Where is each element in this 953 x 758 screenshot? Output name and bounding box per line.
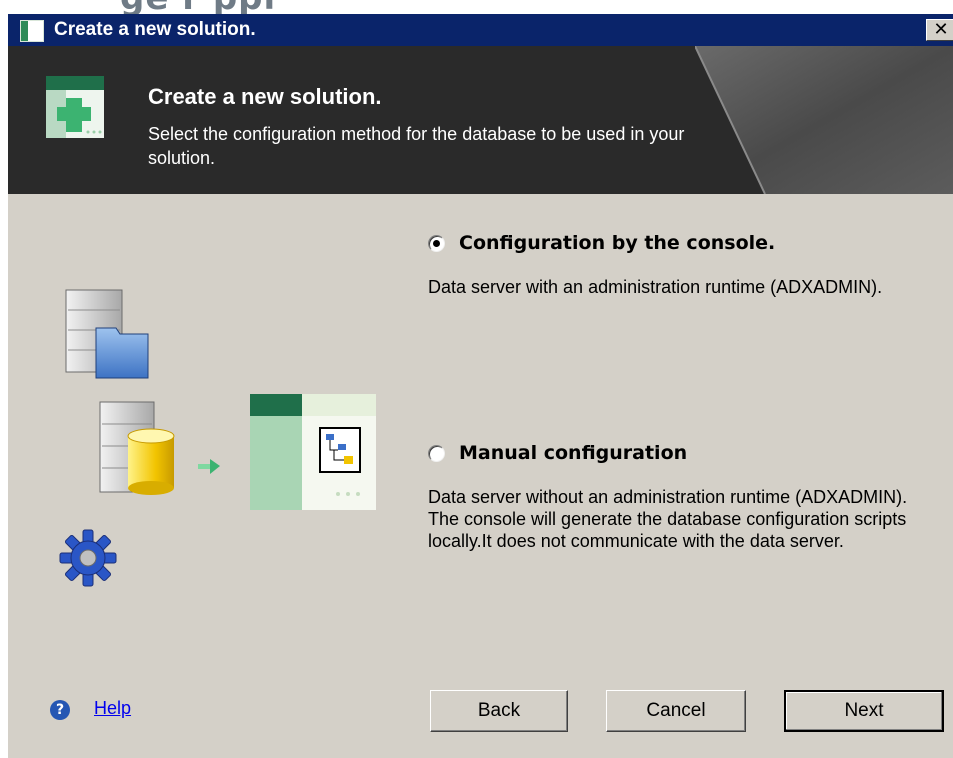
cancel-button[interactable]: Cancel [606,690,746,732]
help-link[interactable]: Help [94,698,131,719]
option-console-description: Data server with an administration runti… [428,277,883,297]
option-console-config[interactable]: Configuration by the console. [428,232,775,254]
header-subtitle: Select the configuration method for the … [148,124,685,168]
banner-decoration [695,46,953,194]
arrow-right-icon [198,459,220,474]
gear-icon [59,529,117,587]
radio-manual-config[interactable] [428,444,445,462]
header-banner: Create a new solution. Select the config… [8,46,953,194]
server-folder-icon [65,289,149,379]
title-bar[interactable]: Create a new solution. ✕ [8,14,953,46]
create-solution-dialog: Create a new solution. ✕ Create a new so… [6,14,953,758]
add-solution-icon [46,76,104,138]
illustration [59,289,376,587]
app-window-icon [20,20,44,42]
option-manual-label[interactable]: Manual configuration [459,442,687,464]
console-window-icon [250,394,376,510]
option-manual-description: Data server without an administration ru… [428,487,908,551]
header-title: Create a new solution. [148,84,382,109]
help-icon[interactable]: ? [50,700,70,720]
option-console-label[interactable]: Configuration by the console. [459,232,775,254]
back-button[interactable]: Back [430,690,568,732]
next-button[interactable]: Next [784,690,944,732]
window-title: Create a new solution. [54,19,256,40]
option-manual-config[interactable]: Manual configuration [428,442,687,464]
server-database-icon [99,401,175,495]
close-button[interactable]: ✕ [926,19,953,41]
radio-console-config[interactable] [428,234,445,252]
